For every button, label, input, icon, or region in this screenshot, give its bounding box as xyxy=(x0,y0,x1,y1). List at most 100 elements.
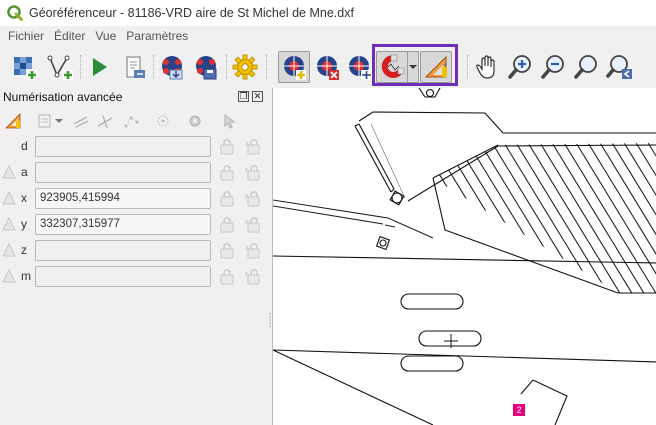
chevron-down-icon xyxy=(55,119,63,123)
settings-button[interactable] xyxy=(184,111,206,131)
lock-icon[interactable] xyxy=(219,190,235,207)
pan-hand-icon xyxy=(476,55,495,79)
y-triangle-icon xyxy=(2,217,16,231)
m-value-input[interactable] xyxy=(35,266,211,287)
move-gcp-point-button[interactable] xyxy=(343,51,375,83)
advanced-digitizing-panel: Numérisation avancée ❐ ✕ d a x 923905,41… xyxy=(0,88,268,425)
save-gcp-icon xyxy=(196,56,217,80)
construction-dropdown-button[interactable] xyxy=(54,111,64,131)
zoom-to-layer-button[interactable] xyxy=(570,51,602,83)
z-coordinate-input[interactable] xyxy=(35,240,211,261)
x-coordinate-input[interactable]: 923905,415994 xyxy=(35,188,211,209)
gear-small-icon xyxy=(189,115,201,127)
load-gcp-points-button[interactable] xyxy=(156,51,188,83)
field-row-y: y 332307,315977 xyxy=(0,214,268,236)
field-row-a: a xyxy=(0,162,268,184)
lock-icon[interactable] xyxy=(219,138,235,155)
field-label-z: z xyxy=(21,243,27,257)
zoom-in-icon xyxy=(508,55,531,79)
relative-lock-icon[interactable] xyxy=(245,190,261,207)
play-icon xyxy=(93,58,107,76)
lock-icon[interactable] xyxy=(219,216,235,233)
zoom-out-icon xyxy=(541,55,564,79)
field-label-m: m xyxy=(21,269,31,283)
perpendicular-icon xyxy=(97,115,113,129)
pan-button[interactable] xyxy=(471,51,503,83)
menu-bar: Fichier Éditer Vue Paramètres xyxy=(0,26,656,46)
panel-title: Numérisation avancée xyxy=(3,90,123,104)
add-raster-button[interactable] xyxy=(8,51,40,83)
cad-drawing xyxy=(273,88,656,425)
add-raster-icon xyxy=(14,57,37,80)
add-point-button[interactable] xyxy=(278,51,310,83)
gcp-point-marker[interactable]: 2 xyxy=(513,404,525,416)
m-triangle-icon xyxy=(2,269,16,283)
relative-lock-icon[interactable] xyxy=(245,164,261,181)
relative-lock-icon[interactable] xyxy=(245,242,261,259)
start-georeferencing-button[interactable] xyxy=(83,51,115,83)
map-canvas[interactable]: 2 xyxy=(272,88,656,425)
save-gcp-points-button[interactable] xyxy=(190,51,222,83)
float-panel-icon[interactable]: ❐ xyxy=(238,91,249,102)
parallel-button[interactable] xyxy=(70,111,92,131)
set-square-small-icon xyxy=(5,113,21,129)
field-row-m: m xyxy=(0,266,268,288)
zoom-in-button[interactable] xyxy=(504,51,536,83)
angle-input[interactable] xyxy=(35,162,211,183)
y-coordinate-input[interactable]: 332307,315977 xyxy=(35,214,211,235)
parallel-icon xyxy=(73,116,89,128)
construction-icon xyxy=(38,114,51,128)
zoom-last-button[interactable] xyxy=(603,51,635,83)
perpendicular-button[interactable] xyxy=(94,111,116,131)
lock-icon[interactable] xyxy=(219,242,235,259)
enable-digitizing-button[interactable] xyxy=(2,111,24,131)
panel-toolbar xyxy=(0,108,268,134)
zoom-last-icon xyxy=(606,55,632,79)
add-point-icon xyxy=(284,56,306,80)
zoom-out-button[interactable] xyxy=(537,51,569,83)
distance-input[interactable] xyxy=(35,136,211,157)
script-icon xyxy=(126,56,145,78)
gear-icon xyxy=(232,54,258,80)
title-bar: Géoréférenceur - 81186-VRD aire de St Mi… xyxy=(0,0,656,26)
field-label-d: d xyxy=(21,139,28,153)
relative-lock-icon[interactable] xyxy=(245,138,261,155)
window-title: Géoréférenceur - 81186-VRD aire de St Mi… xyxy=(29,6,354,20)
field-label-a: a xyxy=(21,165,28,179)
transformation-settings-button[interactable] xyxy=(229,51,261,83)
close-panel-icon[interactable]: ✕ xyxy=(252,91,263,102)
delete-point-icon xyxy=(317,56,339,80)
gcp-point-label: 2 xyxy=(516,405,522,415)
help-button[interactable] xyxy=(218,111,240,131)
z-triangle-icon xyxy=(2,243,16,257)
snap-common-angles-button[interactable] xyxy=(120,111,142,131)
floater-button[interactable] xyxy=(152,111,174,131)
load-gcp-icon xyxy=(162,56,183,80)
menu-vue[interactable]: Vue xyxy=(90,29,121,43)
menu-editer[interactable]: Éditer xyxy=(49,29,90,43)
field-row-d: d xyxy=(0,136,268,158)
qgis-logo-icon xyxy=(7,5,23,21)
field-label-x: x xyxy=(21,191,27,205)
construction-mode-button[interactable] xyxy=(34,111,56,131)
delete-point-button[interactable] xyxy=(311,51,343,83)
relative-lock-icon[interactable] xyxy=(245,216,261,233)
menu-parametres[interactable]: Paramètres xyxy=(121,29,193,43)
zoom-layer-icon xyxy=(574,55,597,79)
help-pointer-icon xyxy=(224,113,236,129)
angle-snap-icon xyxy=(124,116,139,128)
add-vector-button[interactable] xyxy=(44,51,76,83)
lock-icon[interactable] xyxy=(219,164,235,181)
field-label-y: y xyxy=(21,217,27,231)
floater-icon xyxy=(157,115,169,127)
x-triangle-icon xyxy=(2,191,16,205)
main-toolbar xyxy=(0,46,656,88)
menu-fichier[interactable]: Fichier xyxy=(3,29,49,43)
relative-lock-icon[interactable] xyxy=(245,268,261,285)
lock-icon[interactable] xyxy=(219,268,235,285)
field-row-x: x 923905,415994 xyxy=(0,188,268,210)
move-point-icon xyxy=(349,56,372,80)
add-vector-icon xyxy=(47,55,73,80)
angle-triangle-icon xyxy=(2,165,16,179)
generate-gdal-script-button[interactable] xyxy=(118,51,150,83)
